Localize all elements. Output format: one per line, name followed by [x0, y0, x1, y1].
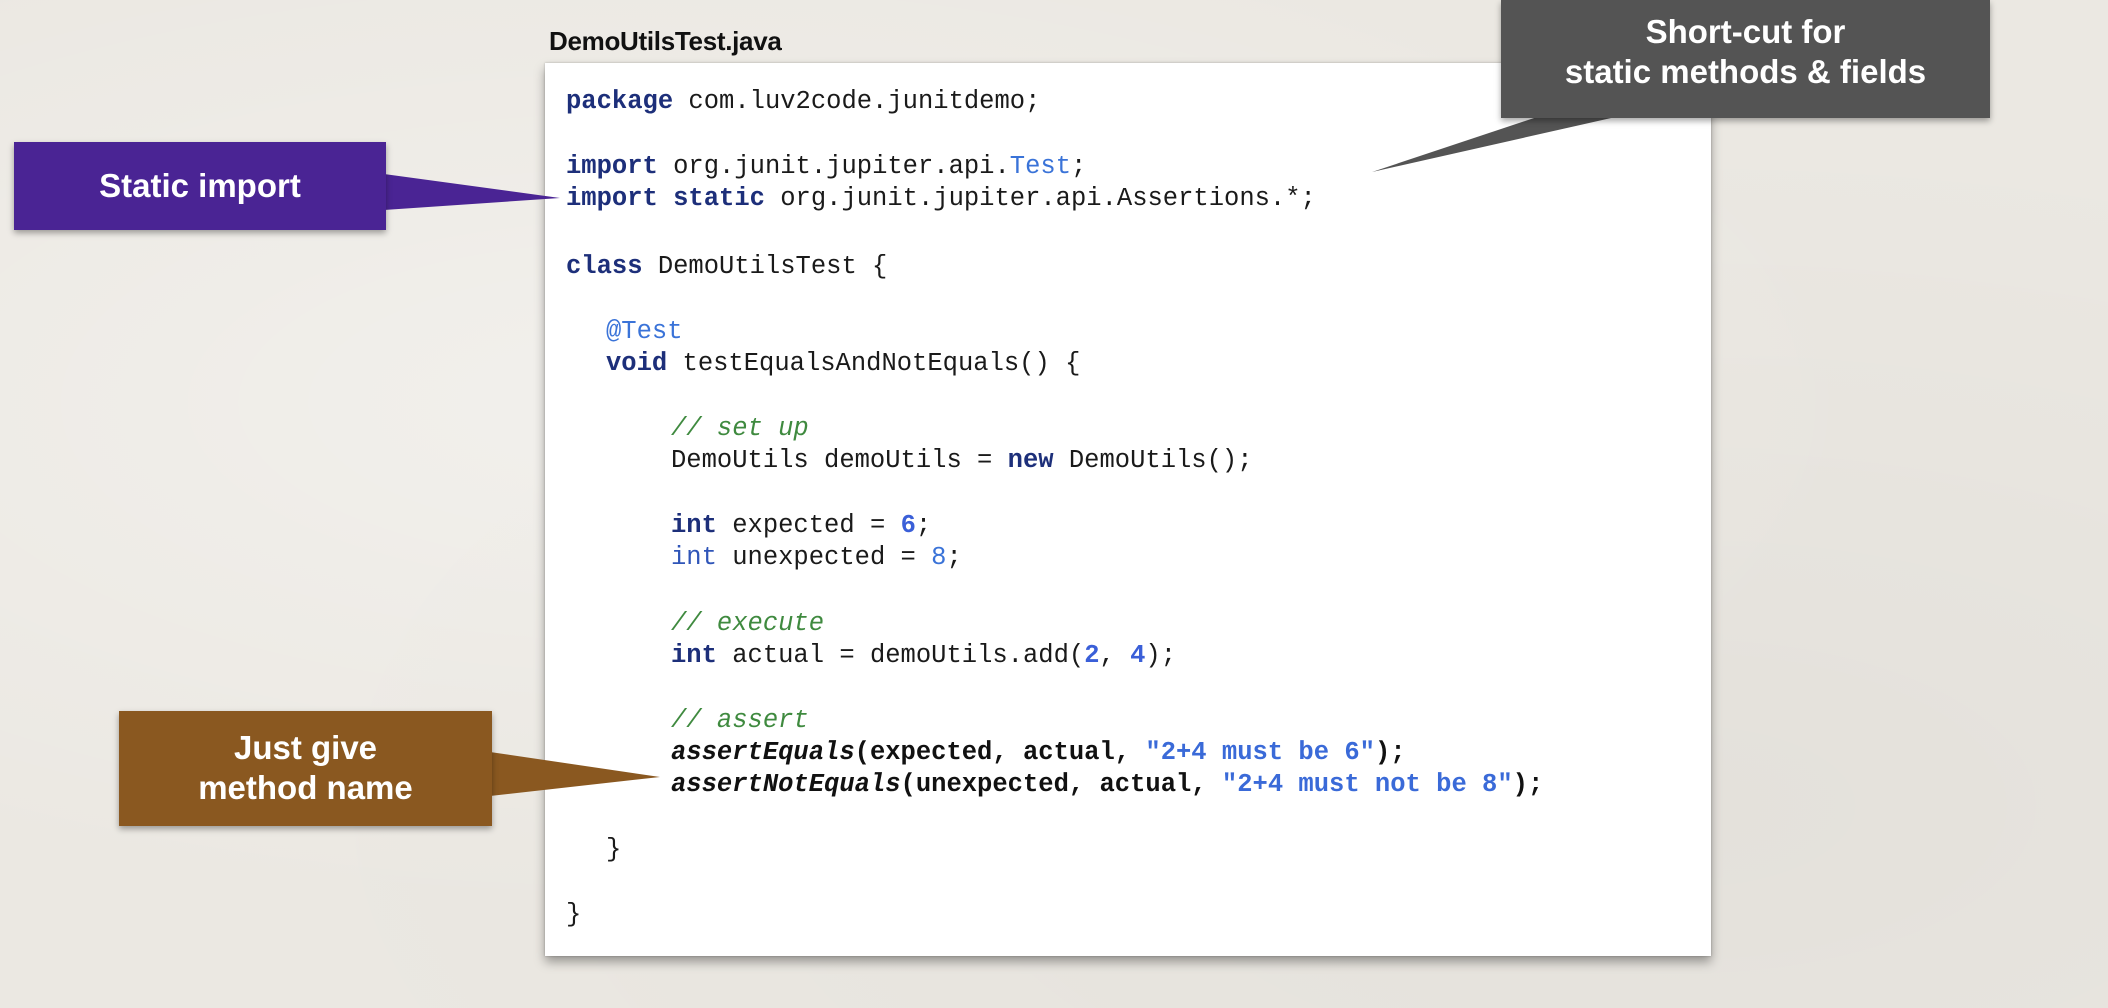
shortcut-text-line-1: Short-cut for [1645, 13, 1846, 50]
shortcut-callout: Short-cut for static methods & fields [1501, 0, 1990, 118]
shortcut-pointer [1372, 116, 1620, 172]
static-import-pointer [384, 174, 560, 210]
static-import-callout: Static import [14, 142, 386, 230]
method-text-line-1: Just give [233, 729, 378, 766]
shortcut-text-line-2: static methods & fields [1564, 53, 1927, 90]
static-import-text: Static import [99, 167, 301, 204]
method-name-pointer [490, 752, 660, 796]
method-name-callout: Just give method name [119, 711, 492, 826]
method-text-line-2: method name [198, 769, 413, 806]
